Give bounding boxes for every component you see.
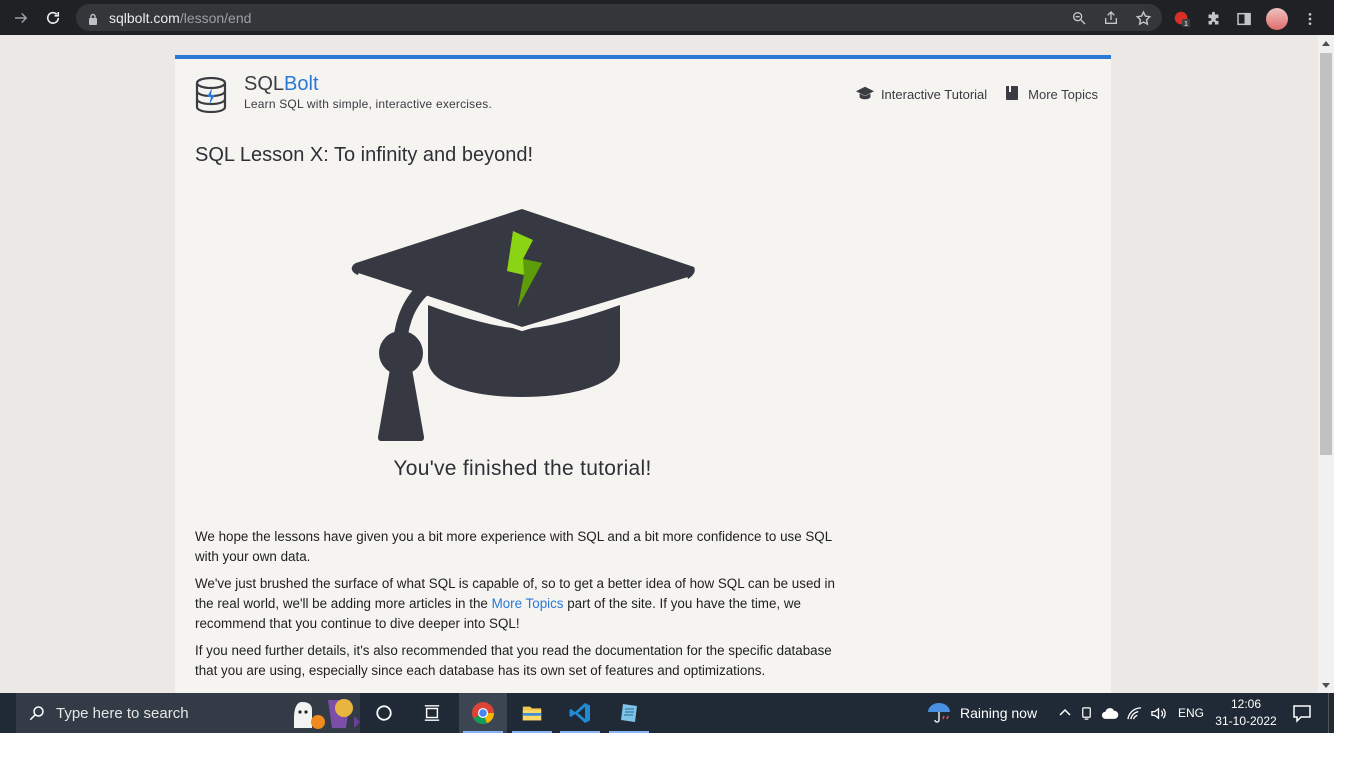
windows-taskbar: Type here to search Raining now ENG 12:0… bbox=[0, 693, 1334, 733]
vscode-icon[interactable] bbox=[556, 693, 604, 733]
zoom-icon[interactable] bbox=[1070, 9, 1088, 27]
file-explorer-icon[interactable] bbox=[508, 693, 556, 733]
nav-label: More Topics bbox=[1028, 87, 1098, 102]
volume-icon[interactable] bbox=[1150, 706, 1167, 721]
browser-toolbar: sqlbolt.com/lesson/end 1 bbox=[0, 0, 1334, 35]
paragraph-2: We've just brushed the surface of what S… bbox=[195, 576, 835, 631]
cortana-icon[interactable] bbox=[360, 693, 408, 733]
system-tray: ENG bbox=[1058, 693, 1204, 733]
nav-interactive-tutorial[interactable]: Interactive Tutorial bbox=[855, 85, 988, 104]
lock-icon bbox=[88, 12, 98, 25]
top-navigation: Interactive Tutorial More Topics bbox=[855, 85, 1098, 104]
umbrella-rain-icon bbox=[926, 700, 952, 727]
show-desktop-button[interactable] bbox=[1328, 693, 1335, 733]
more-topics-link[interactable]: More Topics bbox=[492, 596, 564, 611]
clock-time: 12:06 bbox=[1230, 697, 1262, 711]
lesson-title: SQL Lesson X: To infinity and beyond! bbox=[195, 144, 533, 167]
paragraph-1: We hope the lessons have given you a bit… bbox=[195, 529, 832, 564]
weather-widget[interactable]: Raining now bbox=[926, 693, 1037, 733]
onedrive-cloud-icon[interactable] bbox=[1101, 707, 1119, 720]
wifi-icon[interactable] bbox=[1126, 706, 1143, 721]
graduation-cap-bolt-icon bbox=[351, 209, 695, 441]
screen-bottom-area bbox=[0, 733, 1366, 768]
forward-icon[interactable] bbox=[10, 7, 32, 29]
search-placeholder: Type here to search bbox=[56, 704, 189, 722]
profile-avatar[interactable] bbox=[1266, 8, 1288, 30]
clock[interactable]: 12:06 31-10-2022 bbox=[1210, 696, 1282, 730]
address-bar[interactable]: sqlbolt.com/lesson/end bbox=[76, 4, 1162, 31]
extension-badge-icon[interactable]: 1 bbox=[1173, 10, 1191, 28]
content-card: SQLBolt Learn SQL with simple, interacti… bbox=[175, 55, 1111, 693]
graduation-cap-icon bbox=[855, 85, 874, 104]
chrome-taskbar-icon[interactable] bbox=[459, 693, 507, 733]
bookmark-star-icon[interactable] bbox=[1134, 9, 1152, 27]
task-view-icon[interactable] bbox=[408, 693, 456, 733]
scrollbar-thumb[interactable] bbox=[1320, 53, 1332, 455]
search-icon bbox=[28, 704, 46, 722]
site-brand[interactable]: SQLBolt bbox=[244, 73, 319, 96]
scroll-down-arrow-icon[interactable] bbox=[1322, 683, 1330, 688]
weather-text: Raining now bbox=[960, 705, 1038, 721]
taskbar-search-box[interactable]: Type here to search bbox=[16, 693, 360, 733]
nav-label: Interactive Tutorial bbox=[880, 87, 988, 102]
extensions-puzzle-icon[interactable] bbox=[1204, 10, 1222, 28]
finished-heading: You've finished the tutorial! bbox=[393, 457, 652, 480]
book-icon bbox=[1003, 85, 1021, 104]
vertical-scrollbar[interactable] bbox=[1318, 35, 1334, 693]
svg-text:1: 1 bbox=[1184, 19, 1188, 28]
chevron-up-icon[interactable] bbox=[1058, 706, 1072, 720]
notification-icon[interactable] bbox=[1292, 703, 1312, 723]
halloween-search-highlight-icon bbox=[294, 699, 360, 729]
lesson-body: We hope the lessons have given you a bit… bbox=[195, 527, 855, 688]
notepad-app-icon[interactable] bbox=[605, 693, 653, 733]
url-text: sqlbolt.com/lesson/end bbox=[109, 9, 252, 26]
menu-kebab-icon[interactable] bbox=[1301, 10, 1319, 28]
paragraph-3: If you need further details, it's also r… bbox=[195, 643, 832, 678]
site-tagline: Learn SQL with simple, interactive exerc… bbox=[244, 97, 492, 111]
page-viewport[interactable]: SQLBolt Learn SQL with simple, interacti… bbox=[0, 35, 1318, 693]
share-icon[interactable] bbox=[1102, 9, 1120, 27]
database-bolt-logo-icon[interactable] bbox=[195, 76, 227, 114]
language-indicator[interactable]: ENG bbox=[1178, 706, 1204, 720]
reload-icon[interactable] bbox=[42, 7, 64, 29]
meet-now-icon[interactable] bbox=[1079, 706, 1094, 721]
nav-more-topics[interactable]: More Topics bbox=[1003, 85, 1098, 104]
start-button[interactable] bbox=[0, 693, 16, 733]
clock-date: 31-10-2022 bbox=[1215, 714, 1277, 728]
scroll-up-arrow-icon[interactable] bbox=[1322, 41, 1330, 46]
side-panel-icon[interactable] bbox=[1235, 10, 1253, 28]
